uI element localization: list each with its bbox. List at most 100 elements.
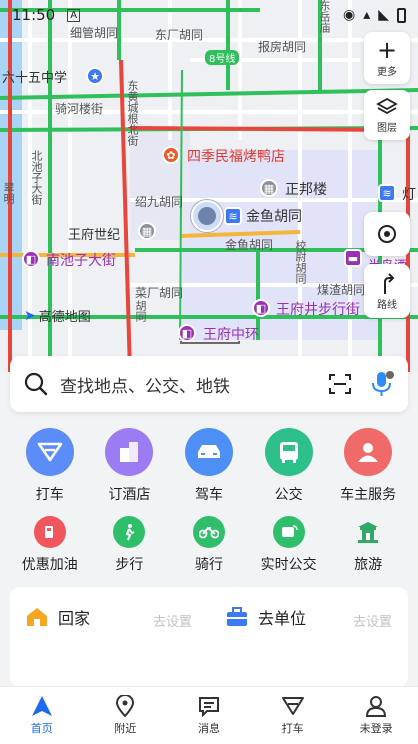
search-icon bbox=[24, 372, 48, 396]
drive-button[interactable]: 驾车 bbox=[171, 428, 247, 504]
poi-lantern[interactable]: 灯 bbox=[402, 184, 416, 204]
more-label: 更多 bbox=[377, 66, 397, 78]
signal-icon: ▴ bbox=[363, 7, 371, 23]
hotel-label: 订酒店 bbox=[108, 487, 151, 503]
car-owner-label: 车主服务 bbox=[340, 487, 397, 503]
nav-taxi[interactable]: 打车 bbox=[258, 695, 328, 736]
shopping-icon: ◧ bbox=[178, 324, 196, 342]
street-label: 煤渣胡同 bbox=[317, 283, 366, 297]
nav-home[interactable]: 首页 bbox=[7, 695, 77, 736]
hotel-poi-icon: ▬ bbox=[344, 249, 362, 267]
drive-label: 驾车 bbox=[194, 487, 223, 503]
map-scale-bar bbox=[180, 341, 240, 344]
search-placeholder[interactable]: 查找地点、公交、地铁 bbox=[60, 372, 328, 397]
poi-wangfujing-walk[interactable]: 王府井步行街 bbox=[276, 299, 360, 319]
search-bar[interactable]: 查找地点、公交、地铁 bbox=[10, 356, 408, 412]
taxi-label: 打车 bbox=[35, 487, 64, 503]
work-setup-link[interactable]: 去设置 bbox=[353, 611, 392, 630]
layers-icon bbox=[376, 97, 398, 114]
poi-nanchizi[interactable]: 南池子大街 bbox=[46, 250, 116, 270]
nav-profile[interactable]: 未登录 bbox=[341, 695, 411, 736]
work-shortcut[interactable]: 去单位 去设置 bbox=[226, 605, 406, 630]
shopping-icon: ◧ bbox=[252, 299, 270, 317]
home-shortcut[interactable]: 回家 去设置 bbox=[26, 605, 206, 630]
location-icon: ◉ bbox=[342, 7, 356, 23]
restaurant-icon[interactable]: ✿ bbox=[162, 146, 180, 164]
shopping-icon: ◧ bbox=[22, 250, 40, 268]
walk-button[interactable]: 步行 bbox=[91, 516, 167, 574]
metro-station-icon: ≋ bbox=[378, 184, 396, 202]
bike-icon bbox=[192, 516, 225, 548]
poi-zhengbang[interactable]: 正邦楼 bbox=[285, 179, 327, 199]
poi-label-school: 六十五中学 bbox=[2, 71, 68, 86]
layers-button[interactable]: 图层 bbox=[364, 90, 410, 140]
shortcuts-card: 回家 去设置 去单位 去设置 bbox=[10, 587, 408, 687]
hotel-button[interactable]: 订酒店 bbox=[91, 428, 167, 504]
metro-line-label: 8号线 bbox=[205, 50, 240, 65]
bus-button[interactable]: 公交 bbox=[251, 428, 327, 504]
wifi-icon: ◣ bbox=[378, 7, 389, 23]
realtime-bus-button[interactable]: 实时公交 bbox=[251, 516, 327, 574]
travel-button[interactable]: 旅游 bbox=[330, 516, 406, 574]
status-bar: 11:50 A ◉ ▴ ◣ bbox=[0, 0, 418, 30]
street-label: 金鱼胡同 bbox=[225, 238, 274, 252]
route-label: 路线 bbox=[377, 299, 397, 311]
home-setup-link[interactable]: 去设置 bbox=[153, 611, 192, 630]
nav-messages-label: 消息 bbox=[197, 722, 220, 735]
street-label: 绍九胡同 bbox=[135, 195, 184, 209]
user-location-marker[interactable] bbox=[191, 200, 223, 232]
taxi-nav-icon bbox=[281, 697, 304, 715]
scan-icon[interactable] bbox=[328, 372, 352, 396]
poi-jinyu[interactable]: 金鱼胡同 bbox=[246, 206, 302, 226]
street-label: 王府世纪 bbox=[68, 228, 121, 243]
school-icon: ★ bbox=[86, 67, 104, 85]
street-label: 骑河楼街 bbox=[55, 102, 104, 116]
car-owner-icon bbox=[344, 428, 393, 476]
fuel-button[interactable]: 优惠加油 bbox=[12, 516, 88, 574]
street-label: 报房胡同 bbox=[258, 40, 307, 54]
more-button[interactable]: + 更多 bbox=[364, 32, 410, 84]
bottom-nav: 首页 附近 消息 打车 未登录 bbox=[0, 686, 418, 744]
poi-siji[interactable]: 四季民福烤鸭店 bbox=[187, 146, 285, 166]
plus-icon: + bbox=[376, 35, 398, 64]
actions-row-secondary: 优惠加油 步行 骑行 实时公交 旅游 bbox=[0, 516, 418, 574]
message-icon bbox=[198, 697, 219, 717]
briefcase-icon bbox=[227, 607, 247, 626]
nav-nearby-label: 附近 bbox=[114, 722, 137, 735]
walk-icon bbox=[113, 516, 146, 548]
street-label: 东黄城根北街 bbox=[126, 80, 139, 146]
nearby-icon bbox=[116, 695, 135, 717]
travel-icon bbox=[352, 516, 384, 548]
voice-mic-icon[interactable] bbox=[370, 370, 394, 398]
layers-label: 图层 bbox=[377, 122, 397, 134]
home-label: 回家 bbox=[58, 609, 91, 628]
taxi-button[interactable]: 打车 bbox=[12, 428, 88, 504]
user-icon bbox=[366, 696, 387, 717]
building-icon: ▦ bbox=[138, 222, 156, 240]
realtime-bus-label: 实时公交 bbox=[260, 557, 317, 573]
travel-label: 旅游 bbox=[354, 557, 383, 573]
walk-label: 步行 bbox=[115, 557, 144, 573]
fuel-icon bbox=[33, 516, 66, 548]
bike-button[interactable]: 骑行 bbox=[171, 516, 247, 574]
realtime-bus-icon bbox=[272, 516, 305, 548]
street-label: 菜厂胡同 bbox=[135, 286, 184, 300]
battery-icon bbox=[397, 7, 406, 23]
street-label: 翠明 bbox=[2, 182, 15, 204]
notification-a-icon: A bbox=[67, 8, 81, 22]
locate-button[interactable] bbox=[364, 212, 410, 256]
metro-icon: ≋ bbox=[224, 207, 242, 225]
locate-icon bbox=[378, 225, 396, 243]
car-icon bbox=[184, 428, 233, 476]
nav-messages[interactable]: 消息 bbox=[174, 695, 244, 736]
actions-row-main: 打车 订酒店 驾车 公交 车主服务 bbox=[0, 428, 418, 504]
nav-nearby[interactable]: 附近 bbox=[90, 695, 160, 736]
work-label: 去单位 bbox=[258, 609, 307, 628]
route-button[interactable]: 路线 bbox=[364, 264, 410, 318]
fuel-label: 优惠加油 bbox=[21, 557, 78, 573]
car-owner-button[interactable]: 车主服务 bbox=[330, 428, 406, 504]
logo-arrow-icon: ➤ bbox=[24, 307, 36, 324]
map-view[interactable]: 细管胡同 东厂胡同 8号线 报房胡同 东岳庙 六十五中学 ★ 骑河楼街 东黄城根… bbox=[0, 0, 418, 372]
nav-profile-label: 未登录 bbox=[359, 722, 393, 735]
building-icon: ▦ bbox=[260, 179, 278, 197]
